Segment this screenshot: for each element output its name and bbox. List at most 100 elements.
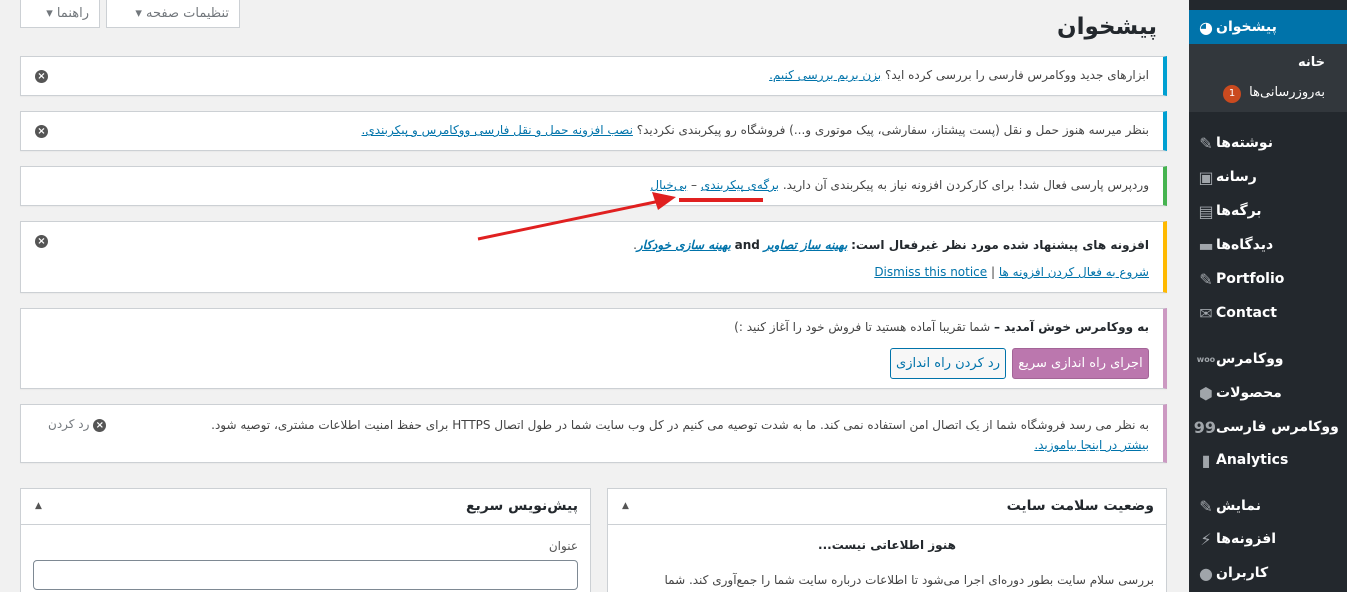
separator: – xyxy=(691,178,698,192)
notice-wp-parsi: وردپرس پارسی فعال شد! برای کارکردن افزون… xyxy=(20,166,1167,206)
auto-optimize-link[interactable]: بهینه سازی خودکار xyxy=(637,238,731,252)
activate-plugins-link[interactable]: شروع به فعال کردن افزونه ها xyxy=(999,265,1149,279)
plugin-icon: ⚡ xyxy=(1200,529,1212,549)
notice-bold-text: افزونه های پیشنهاد شده مورد نظر غیرفعال … xyxy=(851,238,1149,252)
notice-message: بنظر میرسه هنوز حمل و نقل (پست پیشتاز، س… xyxy=(636,123,1149,137)
health-description: بررسی سلام سایت بطور دوره‌ای اجرا می‌شود… xyxy=(664,573,1154,587)
page-title: پیشخوان xyxy=(1057,14,1157,40)
submenu-updates-label: به‌روزرسانی‌ها xyxy=(1249,85,1325,100)
review-tools-link[interactable]: بزن بریم بررسی کنیم. xyxy=(769,68,881,82)
menu-comments[interactable]: دیدگاه‌ها ▬ xyxy=(1189,228,1347,262)
menu-media[interactable]: رسانه ▣ xyxy=(1189,160,1347,194)
menu-dashboard[interactable]: پیشخوان ◕ xyxy=(1181,10,1347,44)
widget-header: وضعیت سلامت سایت ▲ xyxy=(608,489,1166,525)
notice-text: به ووکامرس خوش آمدید – شما تقریبا آماده … xyxy=(734,320,1149,334)
notice-message: وردپرس پارسی فعال شد! برای کارکردن افزون… xyxy=(782,178,1149,192)
dismiss-label: رد کردن xyxy=(48,417,90,431)
submenu-home[interactable]: خانه xyxy=(1298,55,1325,70)
notice-actions: شروع به فعال کردن افزونه ها | Dismiss th… xyxy=(874,265,1149,279)
menu-contact[interactable]: Contact ✉ xyxy=(1189,296,1347,330)
menu-analytics-label: Analytics xyxy=(1216,452,1289,468)
collapse-toggle-icon[interactable]: ▲ xyxy=(35,501,42,511)
notice-recommended-plugins: افزونه های پیشنهاد شده مورد نظر غیرفعال … xyxy=(20,221,1167,293)
submenu-updates[interactable]: به‌روزرسانی‌ها 1 xyxy=(1223,85,1325,103)
quick-setup-button[interactable]: اجرای راه اندازی سریع xyxy=(1012,348,1149,379)
notice-message: شما تقریبا آماده هستید تا فروش خود را آغ… xyxy=(734,320,991,334)
menu-dashboard-label: پیشخوان xyxy=(1216,19,1277,35)
envelope-icon: ✉ xyxy=(1199,303,1213,323)
title-label: عنوان xyxy=(548,539,578,553)
menu-products[interactable]: محصولات ⬢ xyxy=(1189,376,1347,410)
quote-icon: 99 xyxy=(1193,417,1216,437)
pin-icon: ✎ xyxy=(1199,269,1213,289)
learn-more-link[interactable]: بیشتر در اینجا بیاموزید. xyxy=(1034,438,1149,452)
notice-bold-text: به ووکامرس خوش آمدید – xyxy=(994,320,1149,334)
bar-chart-icon: ▮ xyxy=(1201,450,1211,470)
widget-title: پیش‌نویس سریع xyxy=(465,498,578,514)
quick-draft-widget: پیش‌نویس سریع ▲ عنوان xyxy=(20,488,591,592)
menu-products-label: محصولات xyxy=(1216,385,1282,401)
menu-media-label: رسانه xyxy=(1216,169,1257,185)
dismiss-icon[interactable]: × xyxy=(35,125,48,138)
media-icon: ▣ xyxy=(1198,167,1214,187)
notice-shipping: بنظر میرسه هنوز حمل و نقل (پست پیشتاز، س… xyxy=(20,111,1167,151)
and-text: and xyxy=(734,238,760,252)
dismiss-icon: × xyxy=(93,419,107,432)
menu-pages[interactable]: برگه‌ها ▤ xyxy=(1189,194,1347,228)
dismiss-icon[interactable]: × xyxy=(35,235,48,248)
notice-message: به نظر می رسد فروشگاه شما از یک اتصال ام… xyxy=(211,418,1149,432)
screen-options-tab[interactable]: تنظیمات صفحه ▾ xyxy=(106,0,240,28)
install-shipping-link[interactable]: نصب افزونه حمل و نقل فارسی ووکامرس و پیک… xyxy=(362,123,633,137)
menu-contact-label: Contact xyxy=(1216,305,1277,321)
title-input[interactable] xyxy=(33,560,578,590)
menu-posts-label: نوشته‌ها xyxy=(1216,135,1273,151)
notice-https: به نظر می رسد فروشگاه شما از یک اتصال ام… xyxy=(20,404,1167,463)
dashboard-submenu: خانه به‌روزرسانی‌ها 1 xyxy=(1189,44,1347,112)
menu-plugins-label: افزونه‌ها xyxy=(1216,531,1277,547)
notice-text: افزونه های پیشنهاد شده مورد نظر غیرفعال … xyxy=(633,238,1149,252)
menu-plugins[interactable]: افزونه‌ها ⚡ xyxy=(1189,522,1347,556)
menu-woocommerce-fa[interactable]: ووکامرس فارسی 99 xyxy=(1189,410,1347,444)
menu-posts[interactable]: نوشته‌ها ✎ xyxy=(1189,126,1347,160)
notice-woocommerce-welcome: به ووکامرس خوش آمدید – شما تقریبا آماده … xyxy=(20,308,1167,389)
dashboard-icon: ◕ xyxy=(1199,17,1213,37)
menu-portfolio[interactable]: Portfolio ✎ xyxy=(1189,262,1347,296)
menu-portfolio-label: Portfolio xyxy=(1216,271,1285,287)
user-icon: ● xyxy=(1199,563,1213,583)
box-icon: ⬢ xyxy=(1199,383,1213,403)
updates-count-badge: 1 xyxy=(1223,85,1242,103)
notice-text: وردپرس پارسی فعال شد! برای کارکردن افزون… xyxy=(650,178,1149,192)
ignore-link[interactable]: بی‌خیال xyxy=(650,178,687,192)
notice-text: بنظر میرسه هنوز حمل و نقل (پست پیشتاز، س… xyxy=(362,123,1150,137)
dismiss-button[interactable]: × رد کردن xyxy=(48,417,107,432)
dismiss-icon[interactable]: × xyxy=(35,70,48,83)
site-health-widget: وضعیت سلامت سایت ▲ هنوز اطلاعاتی نیست...… xyxy=(607,488,1167,592)
settings-page-link[interactable]: برگه‌ی پیکربندی xyxy=(701,178,779,192)
menu-users-label: کاربران xyxy=(1216,565,1269,581)
skip-setup-button[interactable]: رد کردن راه اندازی xyxy=(890,348,1006,379)
menu-appearance-label: نمایش xyxy=(1216,498,1261,514)
notice-text: ابزارهای جدید ووکامرس فارسی را بررسی کرد… xyxy=(769,68,1149,82)
menu-comments-label: دیدگاه‌ها xyxy=(1216,237,1274,253)
brush-icon: ✎ xyxy=(1199,496,1213,516)
pin-icon: ✎ xyxy=(1199,133,1213,153)
help-tab[interactable]: راهنما ▾ xyxy=(20,0,100,28)
notice-message: ابزارهای جدید ووکامرس فارسی را بررسی کرد… xyxy=(884,68,1149,82)
health-empty-text: هنوز اطلاعاتی نیست... xyxy=(818,538,956,552)
woocommerce-icon: woo xyxy=(1196,354,1216,364)
image-optimizer-link[interactable]: بهینه ساز تصاویر xyxy=(764,238,848,252)
menu-woocommerce-label: ووکامرس xyxy=(1216,351,1284,367)
menu-woocommerce-fa-label: ووکامرس فارسی xyxy=(1216,419,1339,435)
menu-analytics[interactable]: Analytics ▮ xyxy=(1189,443,1347,477)
notice-text: به نظر می رسد فروشگاه شما از یک اتصال ام… xyxy=(139,415,1149,455)
separator: | xyxy=(991,265,996,279)
widget-header: پیش‌نویس سریع ▲ xyxy=(21,489,590,525)
collapse-toggle-icon[interactable]: ▲ xyxy=(622,501,629,511)
comment-icon: ▬ xyxy=(1198,235,1214,255)
dismiss-notice-link[interactable]: Dismiss this notice xyxy=(874,265,987,279)
menu-appearance[interactable]: نمایش ✎ xyxy=(1189,489,1347,523)
admin-sidebar: پیشخوان ◕ خانه به‌روزرسانی‌ها 1 نوشته‌ها… xyxy=(1181,0,1347,592)
widget-title: وضعیت سلامت سایت xyxy=(1006,498,1154,514)
menu-woocommerce[interactable]: ووکامرس woo xyxy=(1189,342,1347,376)
menu-users[interactable]: کاربران ● xyxy=(1189,556,1347,590)
